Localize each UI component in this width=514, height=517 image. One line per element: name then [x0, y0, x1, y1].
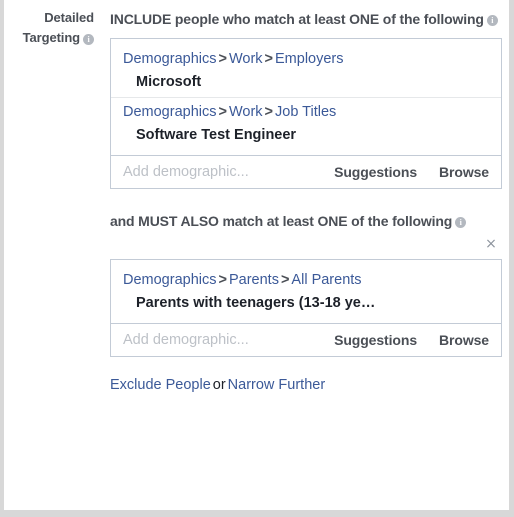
- entry-value: Parents with teenagers (13-18 ye…: [136, 295, 376, 311]
- list-item[interactable]: Demographics > Parents > All Parents Parents…: [111, 266, 501, 318]
- detailed-targeting-panel: Detailed Targeting i INCLUDE people who m…: [4, 0, 509, 510]
- detailed-targeting-label: Detailed Targeting i: [4, 8, 94, 48]
- must-also-targeting-box: Demographics > Parents > All Parents Parents…: [110, 259, 502, 357]
- entry-value: Microsoft: [136, 74, 202, 90]
- footer-links: Exclude People or Narrow Further: [110, 375, 502, 395]
- close-row: ×: [110, 237, 502, 253]
- list-item[interactable]: Demographics > Work > Job Titles Software Te…: [111, 97, 501, 150]
- must-also-entry-list: Demographics > Parents > All Parents Parents…: [111, 260, 501, 323]
- narrow-further-link[interactable]: Narrow Further: [228, 377, 326, 393]
- label-line-2: Targeting i: [4, 28, 94, 48]
- breadcrumb-separator: >: [264, 51, 274, 67]
- breadcrumb-link[interactable]: Demographics: [123, 51, 217, 67]
- info-icon[interactable]: i: [486, 15, 498, 26]
- breadcrumb: Demographics > Work > Job Titles: [123, 101, 489, 124]
- include-entry-list: Demographics > Work > Employers Microsoft De…: [111, 39, 501, 155]
- breadcrumb-link[interactable]: Work: [229, 51, 263, 67]
- breadcrumb-link[interactable]: Parents: [229, 272, 279, 288]
- breadcrumb-link[interactable]: Demographics: [123, 104, 217, 120]
- breadcrumb-link[interactable]: Employers: [275, 51, 344, 67]
- breadcrumb-separator: >: [218, 104, 227, 120]
- breadcrumb: Demographics > Parents > All Parents: [123, 269, 489, 292]
- breadcrumb: Demographics > Work > Employers: [123, 48, 489, 71]
- breadcrumb-separator: >: [264, 104, 274, 120]
- include-section-heading: INCLUDE people who match at least ONE of…: [110, 9, 502, 30]
- exclude-people-link[interactable]: Exclude People: [110, 377, 211, 393]
- search-input[interactable]: [123, 332, 325, 348]
- breadcrumb-link[interactable]: Work: [229, 104, 263, 120]
- breadcrumb-separator: >: [218, 272, 227, 288]
- list-item[interactable]: Demographics > Work > Employers Microsoft: [111, 45, 501, 97]
- suggestions-button[interactable]: Suggestions: [334, 332, 417, 348]
- entry-value: Software Test Engineer: [136, 127, 297, 143]
- suggestions-button[interactable]: Suggestions: [334, 164, 417, 180]
- include-targeting-box: Demographics > Work > Employers Microsoft De…: [110, 38, 502, 189]
- breadcrumb-link[interactable]: Job Titles: [275, 104, 336, 120]
- must-also-section-heading: and MUST ALSO match at least ONE of the …: [110, 211, 502, 232]
- browse-button[interactable]: Browse: [439, 164, 489, 180]
- close-icon[interactable]: ×: [484, 237, 498, 251]
- or-label: or: [212, 377, 226, 393]
- info-icon[interactable]: i: [83, 34, 94, 45]
- breadcrumb-link[interactable]: All Parents: [291, 272, 361, 288]
- search-input[interactable]: [123, 164, 325, 180]
- must-also-input-row: Suggestions Browse: [111, 323, 501, 356]
- label-line-1: Detailed: [44, 10, 94, 25]
- targeting-content: INCLUDE people who match at least ONE of…: [110, 0, 502, 395]
- browse-button[interactable]: Browse: [439, 332, 489, 348]
- breadcrumb-separator: >: [218, 51, 227, 67]
- breadcrumb-link[interactable]: Demographics: [123, 272, 217, 288]
- info-icon[interactable]: i: [455, 217, 467, 228]
- include-input-row: Suggestions Browse: [111, 155, 501, 188]
- breadcrumb-separator: >: [280, 272, 290, 288]
